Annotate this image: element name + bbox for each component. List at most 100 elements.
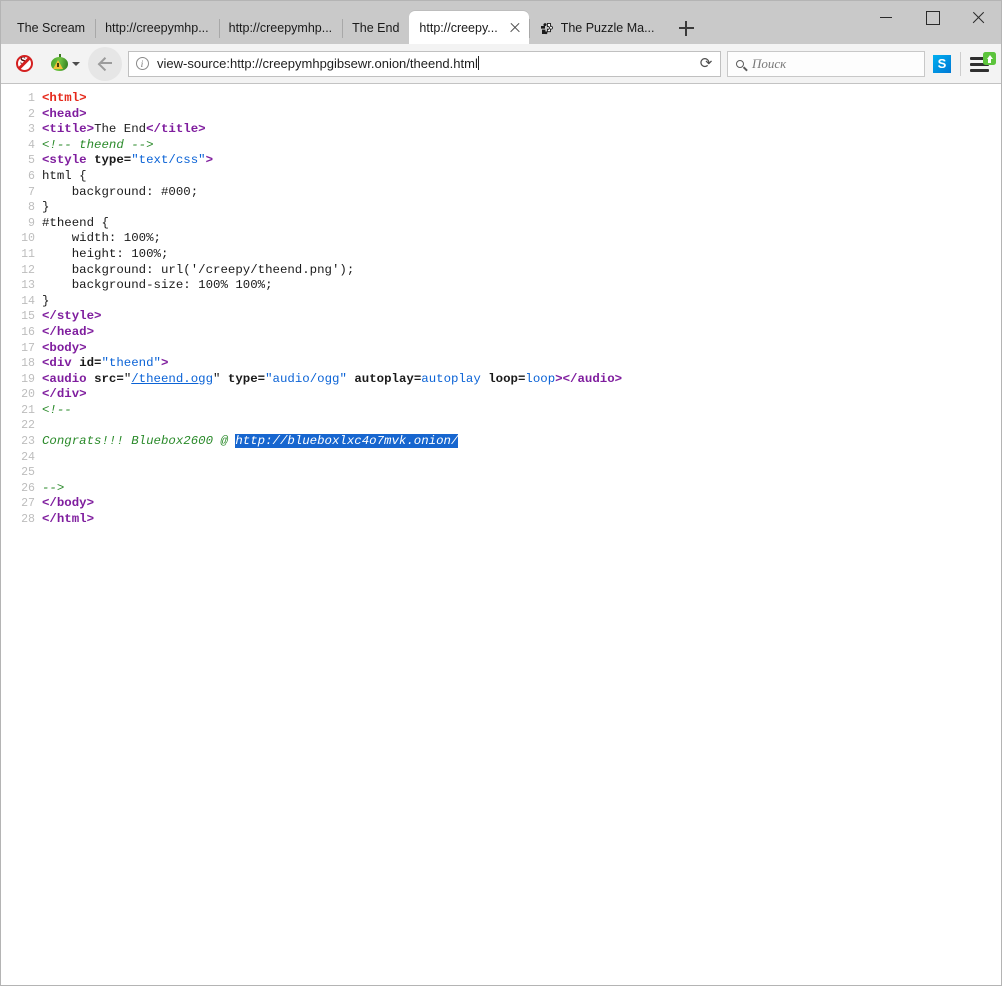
source-code-text: height: 100%; xyxy=(42,247,168,263)
source-code-text: } xyxy=(42,200,49,216)
new-tab-button[interactable] xyxy=(671,13,701,43)
browser-tab[interactable]: The End xyxy=(342,12,409,44)
source-line: 8} xyxy=(1,200,1001,216)
line-number: 25 xyxy=(1,465,42,481)
source-code-text: <!-- xyxy=(42,403,72,419)
code-token: > xyxy=(161,356,168,370)
code-token: </body> xyxy=(42,496,94,510)
reload-icon: ⟳ xyxy=(700,56,713,71)
source-line: 9#theend { xyxy=(1,216,1001,232)
source-line: 7 background: #000; xyxy=(1,185,1001,201)
search-input[interactable]: Поиск xyxy=(752,56,786,72)
source-line: 20</div> xyxy=(1,387,1001,403)
address-bar[interactable]: i view-source:http://creepymhpgibsewr.on… xyxy=(128,51,721,77)
menu-bar-3 xyxy=(970,69,989,72)
browser-tab[interactable]: http://creepy... xyxy=(409,11,528,44)
torbutton-button[interactable] xyxy=(50,50,70,78)
source-line: 24 xyxy=(1,450,1001,466)
text-caret xyxy=(478,56,479,70)
code-token: <!-- xyxy=(42,403,72,417)
code-token: background: url('/creepy/theend.png'); xyxy=(42,263,354,277)
line-number: 7 xyxy=(1,185,42,201)
source-code-text: </html> xyxy=(42,512,94,528)
source-line: 4<!-- theend --> xyxy=(1,138,1001,154)
source-line: 27</body> xyxy=(1,496,1001,512)
line-number: 24 xyxy=(1,450,42,466)
update-badge-icon xyxy=(983,52,996,65)
code-token: <html> xyxy=(42,91,87,105)
code-token: Congrats!!! Bluebox2600 @ xyxy=(42,434,235,448)
line-number: 14 xyxy=(1,294,42,310)
line-number: 15 xyxy=(1,309,42,325)
source-code-text: <div id="theend"> xyxy=(42,356,168,372)
line-number: 22 xyxy=(1,418,42,434)
line-number: 27 xyxy=(1,496,42,512)
line-number: 16 xyxy=(1,325,42,341)
code-token: <title> xyxy=(42,122,94,136)
skype-icon[interactable]: S xyxy=(933,55,951,73)
code-token: <style xyxy=(42,153,94,167)
code-token: background-size: 100% 100%; xyxy=(42,278,273,292)
line-number: 11 xyxy=(1,247,42,263)
window-close-button[interactable] xyxy=(955,1,1001,33)
source-code-text: <head> xyxy=(42,107,87,123)
source-line: 19<audio src="/theend.ogg" type="audio/o… xyxy=(1,372,1001,388)
selected-url-text: http://blueboxlxc4o7mvk.onion/ xyxy=(235,434,458,448)
browser-tab[interactable]: The Scream xyxy=(7,12,95,44)
search-bar[interactable]: Поиск xyxy=(727,51,925,77)
source-line: 3<title>The End</title> xyxy=(1,122,1001,138)
source-line: 18<div id="theend"> xyxy=(1,356,1001,372)
source-code-text: --> xyxy=(42,481,64,497)
menu-button[interactable] xyxy=(968,52,994,76)
chevron-down-icon[interactable] xyxy=(70,51,82,77)
code-token: </audio> xyxy=(563,372,623,386)
code-token: "theend" xyxy=(102,356,162,370)
line-number: 28 xyxy=(1,512,42,528)
address-bar-input[interactable]: view-source:http://creepymhpgibsewr.onio… xyxy=(155,56,692,71)
reload-button[interactable]: ⟳ xyxy=(692,52,720,76)
line-number: 26 xyxy=(1,481,42,497)
source-code-text: background-size: 100% 100%; xyxy=(42,278,273,294)
maximize-button[interactable] xyxy=(909,1,955,33)
source-line: 21<!-- xyxy=(1,403,1001,419)
code-token: background: #000; xyxy=(42,185,198,199)
code-token: autoplay xyxy=(421,372,481,386)
browser-window: The Scream http://creepymhp... http://cree… xyxy=(0,0,1002,986)
code-token: height: 100%; xyxy=(42,247,168,261)
source-code-text: <body> xyxy=(42,341,87,357)
source-link[interactable]: /theend.ogg xyxy=(131,372,213,386)
noscript-icon: S xyxy=(16,55,33,72)
code-token: > xyxy=(206,153,213,167)
source-code-text: background: url('/creepy/theend.png'); xyxy=(42,263,354,279)
tab-title: The Scream xyxy=(17,21,85,35)
tab-title: http://creepymhp... xyxy=(229,21,333,35)
line-number: 23 xyxy=(1,434,42,450)
source-line: 23Congrats!!! Bluebox2600 @ http://blueb… xyxy=(1,434,1001,450)
line-number: 8 xyxy=(1,200,42,216)
code-token: id= xyxy=(79,356,101,370)
code-token: > xyxy=(555,372,562,386)
browser-tab[interactable]: http://creepymhp... xyxy=(219,12,343,44)
line-number: 20 xyxy=(1,387,42,403)
onion-icon xyxy=(51,55,69,72)
source-line: 10 width: 100%; xyxy=(1,231,1001,247)
line-number: 12 xyxy=(1,263,42,279)
source-code-text: <style type="text/css"> xyxy=(42,153,213,169)
minimize-button[interactable] xyxy=(863,1,909,33)
browser-tab[interactable]: The Puzzle Ma... xyxy=(529,12,665,44)
source-line: 17<body> xyxy=(1,341,1001,357)
line-number: 18 xyxy=(1,356,42,372)
line-number: 3 xyxy=(1,122,42,138)
view-source-content[interactable]: 1<html>2<head>3<title>The End</title>4<!… xyxy=(1,84,1001,985)
browser-tab[interactable]: http://creepymhp... xyxy=(95,12,219,44)
page-info-icon[interactable]: i xyxy=(129,52,155,76)
tab-title: The End xyxy=(352,21,399,35)
code-token: src= xyxy=(94,372,124,386)
tab-close-icon[interactable] xyxy=(505,18,525,38)
code-token: loop= xyxy=(481,372,526,386)
code-token: loop xyxy=(525,372,555,386)
noscript-button[interactable]: S xyxy=(10,50,38,78)
source-line: 15</style> xyxy=(1,309,1001,325)
tab-title: http://creepy... xyxy=(419,21,497,35)
back-button[interactable] xyxy=(88,47,122,81)
